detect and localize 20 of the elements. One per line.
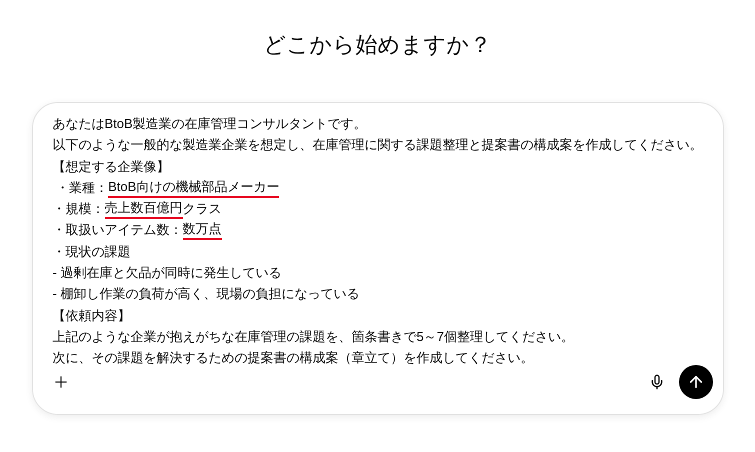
prompt-text: 上記のような企業が抱えがちな在庫管理の課題を、箇条書きで5～7個整理してください。 [52,328,574,346]
microphone-icon [648,374,664,390]
prompt-text: ・取扱いアイテム数： [52,221,182,240]
send-button[interactable] [678,365,712,399]
prompt-text: 以下のような一般的な製造業企業を想定し、在庫管理に関する課題整理と提案書の構成案を作成してください。 [52,136,702,154]
prompt-text: - 棚卸し作業の負荷が高く、現場の負担になっている [52,285,360,304]
prompt-text: 次に、その課題を解決するための提案書の構成案（章立て）を作成してください。 [52,349,534,368]
prompt-text: 【依頼内容】 [52,306,130,325]
underlined-text: BtoB向けの機械部品メーカー [108,178,280,198]
underlined-text: 売上数百億円 [104,199,182,220]
prompt-text: ・規模： [52,200,104,218]
underlined-text: 数万点 [182,220,222,240]
prompt-text: 【想定する企業像】 [52,158,170,176]
prompt-text: クラス [182,200,222,218]
prompt-text: あなたはBtoB製造業の在庫管理コンサルタントです。 [52,115,367,133]
page-heading: どこから始めますか？ [264,31,492,59]
message-composer[interactable] [32,102,724,415]
prompt-text: ・業種： [55,178,108,197]
prompt-text: - 過剰在庫と欠品が同時に発生している [52,264,282,282]
prompt-text: ・現状の課題 [52,242,130,261]
